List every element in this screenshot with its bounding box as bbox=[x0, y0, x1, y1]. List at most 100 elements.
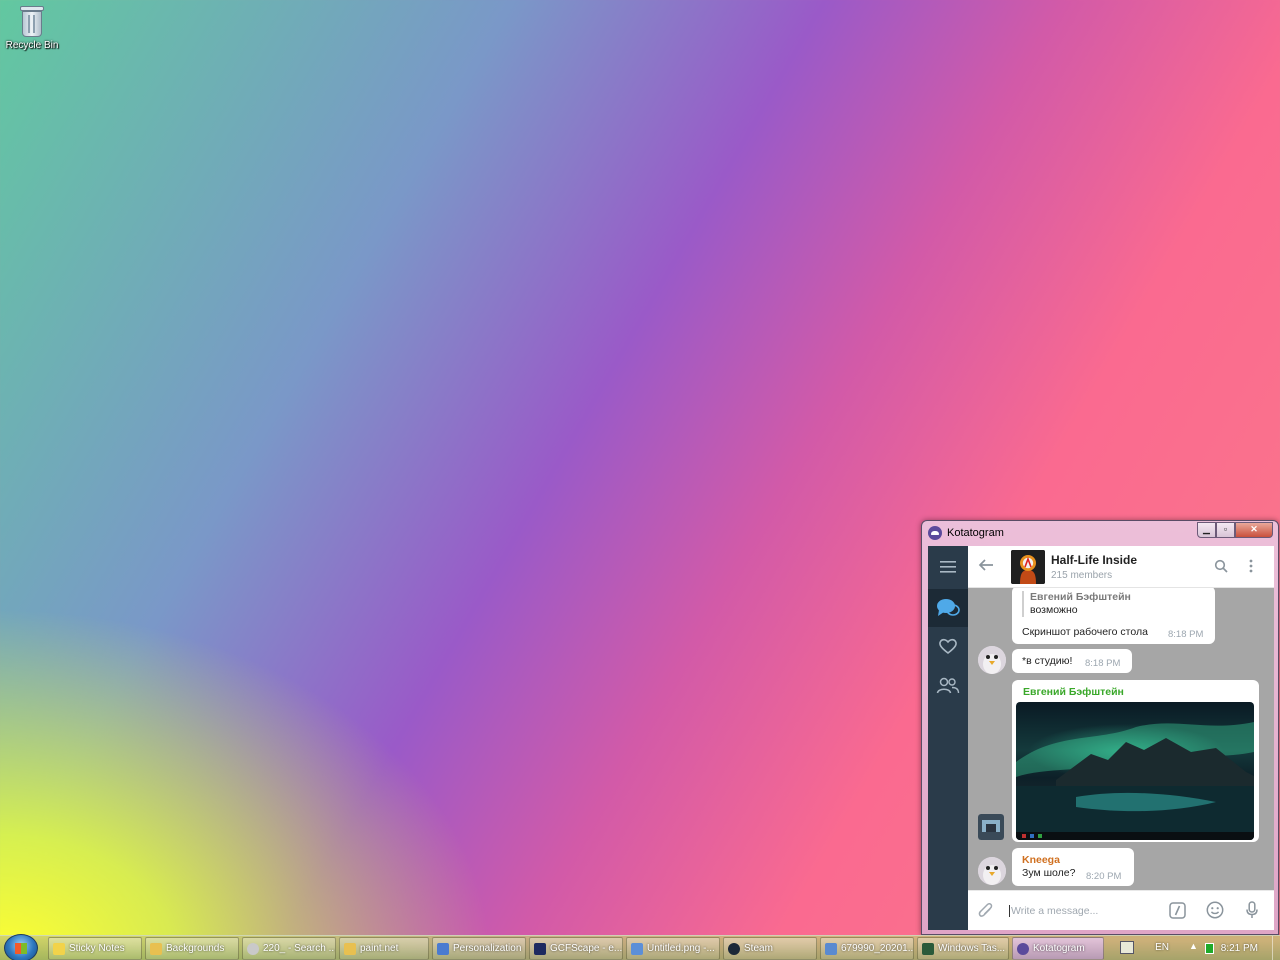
message-bubble[interactable]: *в студию! 8:18 PM bbox=[1012, 649, 1132, 673]
folder-favorites[interactable] bbox=[928, 627, 968, 665]
search-button[interactable] bbox=[1214, 559, 1228, 578]
desktop-icon-label: Recycle Bin bbox=[5, 40, 59, 51]
task-manager-icon bbox=[922, 942, 934, 955]
language-indicator[interactable]: EN bbox=[1155, 942, 1169, 953]
sticky-notes-icon bbox=[53, 942, 65, 955]
reply-author: Евгений Бэфштейн bbox=[1030, 591, 1131, 603]
commands-button[interactable] bbox=[1169, 902, 1186, 924]
folder-contacts[interactable] bbox=[928, 666, 968, 704]
more-button[interactable] bbox=[1248, 559, 1254, 578]
message-composer: Write a message... bbox=[968, 890, 1274, 930]
attach-button[interactable] bbox=[978, 902, 994, 925]
message-sender[interactable]: Kneega bbox=[1022, 854, 1060, 866]
chats-icon bbox=[937, 599, 960, 616]
window-client: Half-Life Inside 215 members Евгений Бэф… bbox=[928, 546, 1274, 930]
steam-icon bbox=[728, 942, 740, 955]
taskbar-button-label: Windows Tas... bbox=[938, 943, 1006, 954]
more-vertical-icon bbox=[1249, 559, 1253, 573]
taskbar-button-label: 679990_20201... bbox=[841, 943, 914, 954]
message-time: 8:20 PM bbox=[1086, 871, 1122, 882]
chat-header: Half-Life Inside 215 members bbox=[968, 546, 1274, 588]
taskbar-button-label: Backgrounds bbox=[166, 943, 225, 954]
taskbar-button-gcfscape[interactable]: GCFScape - e... bbox=[529, 937, 623, 960]
penguin-avatar-icon bbox=[978, 646, 1006, 674]
taskbar-button-steam[interactable]: Steam bbox=[723, 937, 817, 960]
taskbar: Sticky Notes Backgrounds 220_ - Search .… bbox=[0, 934, 1280, 960]
minimize-button[interactable]: ▁ bbox=[1197, 522, 1216, 538]
back-button[interactable] bbox=[978, 557, 994, 578]
aurora-mountain-image bbox=[1016, 722, 1254, 840]
taskbar-button-label: paint.net bbox=[360, 943, 399, 954]
arrow-left-icon bbox=[978, 559, 993, 571]
taskbar-button-label: GCFScape - e... bbox=[550, 943, 623, 954]
taskbar-button-task-manager[interactable]: Windows Tas... bbox=[917, 937, 1009, 960]
user-avatar[interactable] bbox=[978, 857, 1006, 885]
side-rail bbox=[928, 546, 968, 930]
message-bubble[interactable]: Евгений Бэфштейн bbox=[1012, 680, 1259, 842]
magnifier-icon bbox=[247, 942, 259, 955]
taskbar-button-backgrounds[interactable]: Backgrounds bbox=[145, 937, 239, 960]
chat-avatar[interactable] bbox=[1011, 550, 1045, 584]
taskbar-button-label: Untitled.png -... bbox=[647, 943, 715, 954]
message-bubble[interactable]: Евгений Бэфштейн возможно Скриншот рабоч… bbox=[1012, 588, 1215, 644]
message-time: 8:18 PM bbox=[1085, 658, 1121, 669]
reply-text: возможно bbox=[1030, 604, 1078, 616]
message-sender[interactable]: Евгений Бэфштейн bbox=[1023, 686, 1124, 698]
window-titlebar[interactable]: Kotatogram ▁ ▫ ✕ bbox=[922, 521, 1278, 545]
system-tray: EN ▲ 8:21 PM bbox=[1110, 936, 1280, 960]
people-icon bbox=[936, 677, 960, 694]
paint-net-icon bbox=[631, 942, 643, 955]
taskbar-button-paint-net[interactable]: paint.net bbox=[339, 937, 429, 960]
taskbar-button-label: Steam bbox=[744, 943, 773, 954]
voice-record-button[interactable] bbox=[1246, 901, 1258, 924]
close-button[interactable]: ✕ bbox=[1235, 522, 1273, 538]
gcfscape-icon bbox=[534, 942, 546, 955]
taskbar-button-kotatogram[interactable]: Kotatogram bbox=[1012, 937, 1104, 960]
message-text: Зум шоле? bbox=[1022, 867, 1076, 879]
chat-title[interactable]: Half-Life Inside bbox=[1051, 553, 1137, 567]
hamburger-icon bbox=[940, 561, 956, 573]
taskbar-button-search[interactable]: 220_ - Search ... bbox=[242, 937, 336, 960]
desktop-icon-recycle-bin[interactable]: Recycle Bin bbox=[4, 4, 60, 51]
system-clock[interactable]: 8:21 PM bbox=[1221, 943, 1258, 954]
taskbar-button-image-viewer[interactable]: 679990_20201... bbox=[820, 937, 914, 960]
maximize-button[interactable]: ▫ bbox=[1216, 522, 1235, 538]
message-time: 8:18 PM bbox=[1168, 629, 1204, 640]
taskbar-button-paint-net-untitled[interactable]: Untitled.png -... bbox=[626, 937, 720, 960]
slash-command-icon bbox=[1169, 902, 1186, 919]
message-photo[interactable] bbox=[1016, 702, 1254, 840]
show-desktop-button[interactable] bbox=[1272, 936, 1280, 960]
reply-quote[interactable]: Евгений Бэфштейн возможно bbox=[1022, 591, 1131, 617]
chat-members-count: 215 members bbox=[1051, 570, 1113, 581]
smile-icon bbox=[1206, 901, 1224, 919]
taskbar-button-personalization[interactable]: Personalization bbox=[432, 937, 526, 960]
window-title: Kotatogram bbox=[947, 527, 1004, 539]
start-button[interactable] bbox=[4, 934, 38, 960]
taskbar-button-sticky-notes[interactable]: Sticky Notes bbox=[48, 937, 142, 960]
menu-button[interactable] bbox=[928, 548, 968, 586]
recycle-bin-icon bbox=[19, 6, 45, 38]
folder-all-chats[interactable] bbox=[928, 589, 968, 627]
half-life-logo-icon bbox=[1011, 550, 1045, 584]
taskbar-button-label: Kotatogram bbox=[1033, 943, 1085, 954]
message-text: Скриншот рабочего стола bbox=[1022, 626, 1148, 638]
message-list[interactable]: Евгений Бэфштейн возможно Скриншот рабоч… bbox=[968, 588, 1274, 890]
user-avatar[interactable] bbox=[978, 646, 1006, 674]
kotatogram-window: Kotatogram ▁ ▫ ✕ Half-Life Inside 215 me… bbox=[921, 520, 1279, 935]
microphone-icon bbox=[1246, 901, 1258, 918]
taskbar-button-label: Sticky Notes bbox=[69, 943, 125, 954]
search-icon bbox=[1214, 559, 1228, 573]
user-avatar[interactable] bbox=[978, 814, 1004, 840]
network-status-icon[interactable] bbox=[1205, 943, 1214, 954]
emoji-button[interactable] bbox=[1206, 901, 1224, 924]
heart-icon bbox=[939, 638, 957, 655]
monitor-icon bbox=[437, 942, 449, 955]
message-input[interactable]: Write a message... bbox=[1009, 905, 1098, 917]
taskbar-button-label: 220_ - Search ... bbox=[263, 943, 336, 954]
image-viewer-icon bbox=[825, 942, 837, 955]
message-bubble[interactable]: Kneega Зум шоле? 8:20 PM bbox=[1012, 848, 1134, 886]
penguin-avatar-icon bbox=[978, 857, 1006, 885]
taskbar-button-label: Personalization bbox=[453, 943, 522, 954]
show-hidden-icons-icon[interactable]: ▲ bbox=[1189, 941, 1198, 951]
action-center-icon[interactable] bbox=[1120, 941, 1134, 954]
